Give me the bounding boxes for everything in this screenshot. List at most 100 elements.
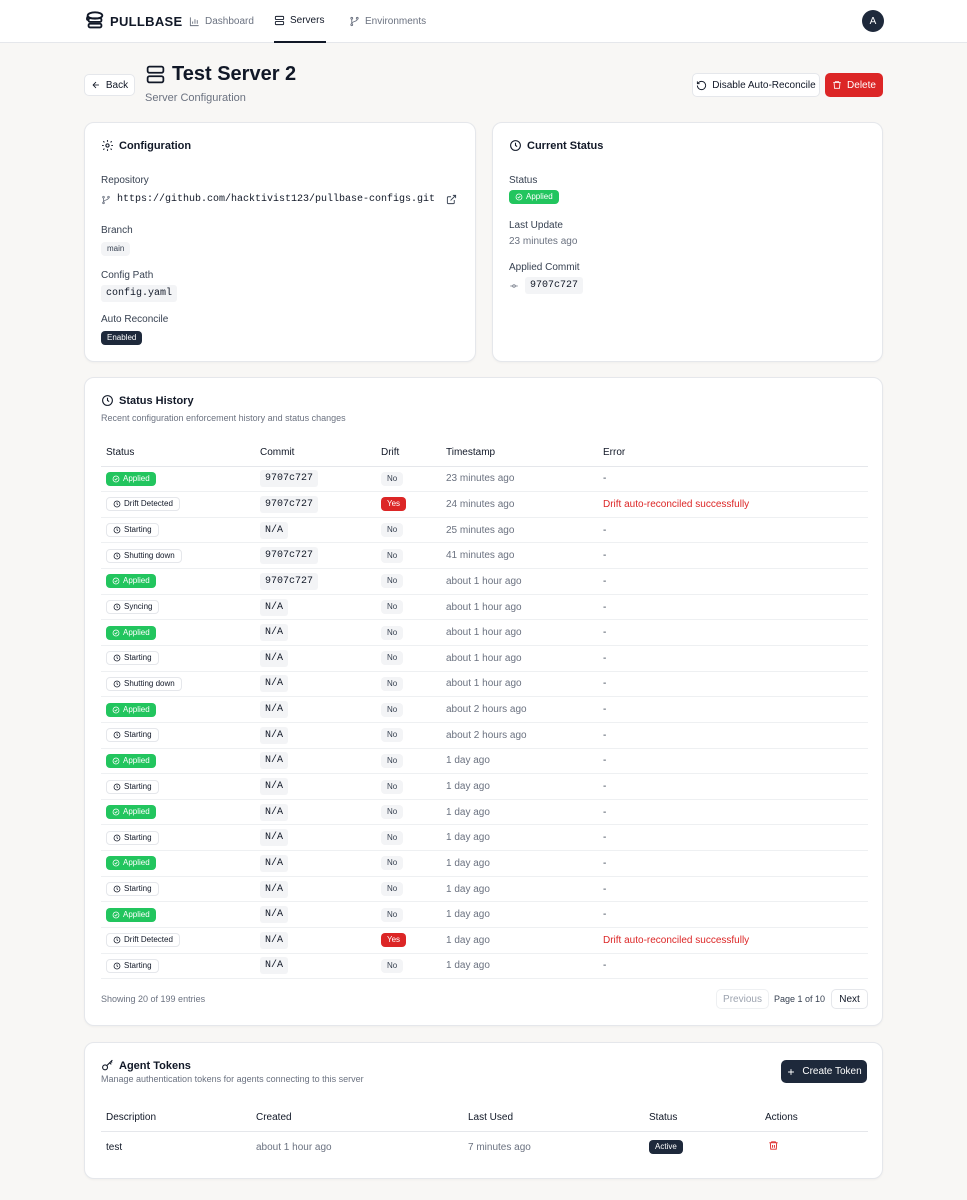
error-cell: Drift auto-reconciled successfully <box>598 927 868 954</box>
plus-icon <box>788 1068 795 1075</box>
drift-badge: No <box>381 471 404 486</box>
status-history-rows: Applied 9707c727 No 23 minutes ago - Drift De… <box>101 466 868 980</box>
commit-cell: 9707c727 <box>255 568 376 595</box>
status-badge: Drift Detected <box>106 497 180 512</box>
table-row: Applied N/A No about 2 hours ago - <box>101 696 868 723</box>
timestamp-cell: 25 minutes ago <box>441 517 598 544</box>
status-cell: Applied <box>101 466 255 493</box>
status-text: Drift Detected <box>124 499 173 509</box>
nav-item-label: Servers <box>290 15 325 26</box>
timestamp-cell: about 1 hour ago <box>441 645 598 672</box>
create-token-button[interactable]: Create Token <box>781 1060 867 1083</box>
status-text: Applied <box>123 755 150 765</box>
git-branch-icon <box>350 16 359 27</box>
status-text: Starting <box>124 525 152 535</box>
status-history-table: Status Commit Drift Timestamp Error Appl… <box>101 440 868 980</box>
commit-hash: 9707c727 <box>260 547 319 565</box>
auto-reconcile-value: Enabled <box>101 331 143 345</box>
previous-page-button[interactable]: Previous <box>716 989 769 1009</box>
column-header: Drift <box>376 440 441 467</box>
repository-url[interactable]: https://github.com/hacktivist123/pullbas… <box>117 194 435 205</box>
clock-icon <box>113 936 121 944</box>
status-cell: Shutting down <box>101 671 255 698</box>
error-cell: - <box>598 568 868 595</box>
status-text: Shutting down <box>124 550 175 560</box>
drift-cell: No <box>376 542 441 570</box>
trash-icon[interactable] <box>768 1140 779 1151</box>
commit-cell: N/A <box>255 594 376 621</box>
commit-hash: 9707c727 <box>260 495 319 513</box>
table-row: Applied 9707c727 No 23 minutes ago - <box>101 466 868 493</box>
status-badge: Starting <box>106 779 159 794</box>
status-text: Applied <box>123 858 150 868</box>
timestamp-cell: about 1 hour ago <box>441 594 598 621</box>
drift-cell: No <box>376 466 441 493</box>
back-button-label: Back <box>105 79 129 91</box>
table-row: Starting N/A No 1 day ago - <box>101 876 868 903</box>
error-cell: - <box>598 876 868 903</box>
commit-cell: N/A <box>255 722 376 749</box>
status-text: Applied <box>123 627 150 637</box>
token-description: test <box>106 1141 123 1153</box>
timestamp-cell: 1 day ago <box>441 748 598 775</box>
commit-cell: N/A <box>255 953 376 980</box>
error-cell: - <box>598 671 868 698</box>
commit-cell: N/A <box>255 748 376 775</box>
timestamp-cell: 1 day ago <box>441 773 598 800</box>
check-circle-icon <box>112 860 120 867</box>
back-button[interactable]: Back <box>84 74 135 96</box>
agent-tokens-card: Agent Tokens Manage authentication token… <box>84 1042 883 1179</box>
brand[interactable]: PULLBASE <box>84 10 182 32</box>
configuration-title: Configuration <box>119 139 192 152</box>
drift-cell: No <box>376 953 441 980</box>
drift-cell: No <box>376 876 441 903</box>
commit-hash: N/A <box>260 726 289 744</box>
status-text: Syncing <box>124 602 153 612</box>
status-badge: Starting <box>106 523 159 538</box>
status-cell: Drift Detected <box>101 927 255 954</box>
last-update-label: Last Update <box>509 220 563 231</box>
drift-badge: No <box>381 830 404 845</box>
branch-value: main <box>101 242 131 256</box>
external-link-icon[interactable] <box>446 194 457 205</box>
column-header: Actions <box>760 1105 868 1132</box>
configuration-card-title: Configuration <box>101 139 191 152</box>
page-heading: Test Server 2 <box>145 63 296 86</box>
table-row: Starting N/A No 1 day ago - <box>101 824 868 852</box>
drift-badge: No <box>381 523 404 538</box>
nav-item-dashboard[interactable]: Dashboard <box>189 0 254 43</box>
avatar[interactable]: A <box>862 10 884 32</box>
commit-hash: N/A <box>260 880 289 898</box>
applied-commit-hash: 9707c727 <box>525 277 584 294</box>
commit-hash: N/A <box>260 803 289 821</box>
status-text: Starting <box>124 832 152 842</box>
table-row: test about 1 hour ago 7 minutes ago Acti… <box>101 1131 868 1163</box>
applied-commit-value: 9707c727 <box>509 277 584 294</box>
status-text: Starting <box>124 781 152 791</box>
nav-item-servers[interactable]: Servers <box>274 0 326 43</box>
table-row: Drift Detected 9707c727 Yes 24 minutes ago D… <box>101 491 868 518</box>
status-badge: Starting <box>106 882 159 897</box>
timestamp-cell: 1 day ago <box>441 799 598 826</box>
status-cell: Starting <box>101 722 255 749</box>
delete-button[interactable]: Delete <box>825 73 883 97</box>
error-cell: - <box>598 619 868 646</box>
error-cell: Drift auto-reconciled successfully <box>598 491 868 518</box>
disable-auto-reconcile-button[interactable]: Disable Auto-Reconcile <box>692 73 820 97</box>
table-row: Applied N/A No 1 day ago - <box>101 850 868 877</box>
last-update-value: 23 minutes ago <box>509 236 578 247</box>
status-text: Applied <box>123 909 150 919</box>
status-badge: Applied <box>106 805 156 820</box>
nav-item-environments[interactable]: Environments <box>349 0 426 43</box>
status-history-subtitle: Recent configuration enforcement history… <box>101 413 346 423</box>
next-page-button[interactable]: Next <box>831 989 868 1009</box>
brand-name: PULLBASE <box>110 13 183 29</box>
commit-cell: 9707c727 <box>255 491 376 518</box>
timestamp-cell: 1 day ago <box>441 824 598 852</box>
commit-hash: N/A <box>260 675 289 693</box>
entries-count: Showing 20 of 199 entries <box>101 994 206 1004</box>
status-cell: Starting <box>101 824 255 852</box>
check-circle-icon <box>112 757 120 765</box>
page-subtitle: Server Configuration <box>145 92 246 104</box>
token-actions-cell <box>760 1131 868 1163</box>
